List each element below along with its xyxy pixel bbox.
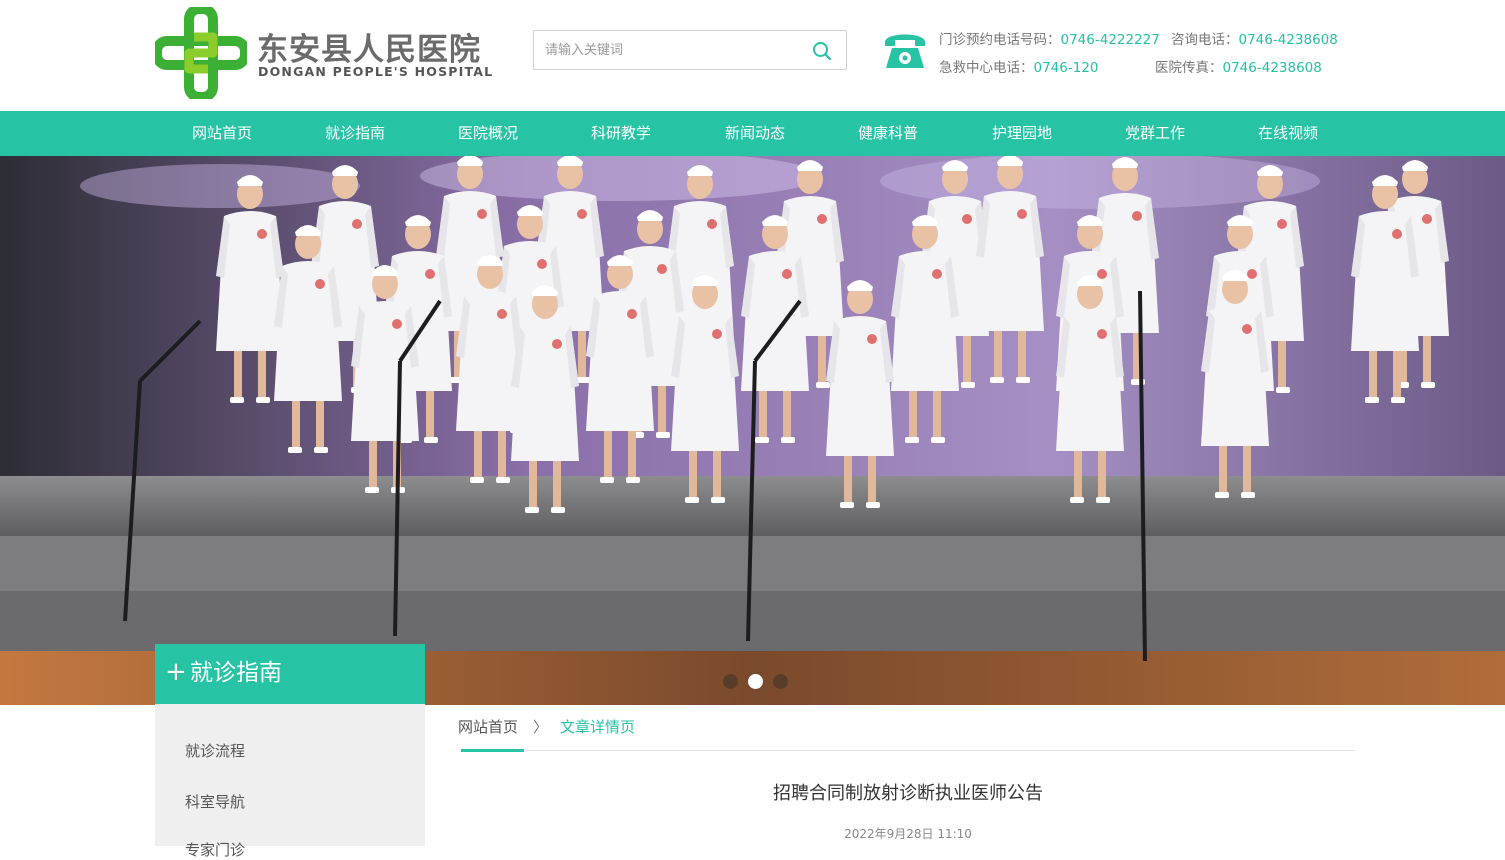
hospital-fax: 医院传真：0746-4238608 [1155,60,1322,76]
nav-item-news[interactable]: 新闻动态 [695,111,815,156]
nav-item-guide[interactable]: 就诊指南 [295,111,415,156]
nav-item-party[interactable]: 党群工作 [1095,111,1215,156]
site-header: 东安县人民医院 DONGAN PEOPLE'S HOSPITAL 门诊预约电话号… [0,0,1505,111]
emergency-phone: 急救中心电话：0746-120 [939,60,1099,76]
carousel-dot-2[interactable] [748,674,763,689]
sidebar-title: 就诊指南 [190,660,282,686]
hospital-name-cn: 东安县人民医院 [257,32,481,68]
plus-icon: + [165,657,187,687]
main-nav: 网站首页 就诊指南 医院概况 科研教学 新闻动态 健康科普 护理园地 党群工作 … [0,111,1505,156]
hospital-cross-logo-icon[interactable] [155,7,247,99]
banner-nurse-choir-image [0,156,1505,705]
breadcrumb-home[interactable]: 网站首页 [458,716,518,737]
breadcrumb-divider [461,750,1355,751]
outpatient-phone: 门诊预约电话号码：0746-4222227 [939,32,1160,48]
article-title: 招聘合同制放射诊断执业医师公告 [773,783,1043,804]
nav-item-overview[interactable]: 医院概况 [428,111,548,156]
carousel-dot-1[interactable] [723,674,738,689]
consult-phone: 咨询电话：0746-4238608 [1171,32,1338,48]
breadcrumb-current: 文章详情页 [560,718,636,736]
sidebar-item-process[interactable]: 就诊流程 [185,740,245,761]
nav-item-research[interactable]: 科研教学 [561,111,681,156]
banner-carousel[interactable] [0,156,1505,705]
sidebar-item-experts[interactable]: 专家门诊 [185,839,245,860]
nav-item-video[interactable]: 在线视频 [1228,111,1348,156]
article-date: 2022年9月28日 11:10 [844,827,972,841]
telephone-icon [885,34,925,68]
search-box [533,30,847,70]
chevron-right-icon: 〉 [533,718,549,736]
sidebar-header: + 就诊指南 [155,644,425,704]
breadcrumb-accent-bar [461,749,524,752]
carousel-dot-3[interactable] [773,674,788,689]
hospital-name-en: DONGAN PEOPLE'S HOSPITAL [258,64,494,79]
sidebar-item-departments[interactable]: 科室导航 [185,791,245,812]
search-input[interactable] [534,31,804,69]
nav-item-home[interactable]: 网站首页 [162,111,282,156]
search-icon[interactable] [812,41,832,61]
sidebar-menu: 就诊流程 科室导航 专家门诊 [155,704,425,859]
nav-item-health[interactable]: 健康科普 [828,111,948,156]
nav-item-nursing[interactable]: 护理园地 [962,111,1082,156]
